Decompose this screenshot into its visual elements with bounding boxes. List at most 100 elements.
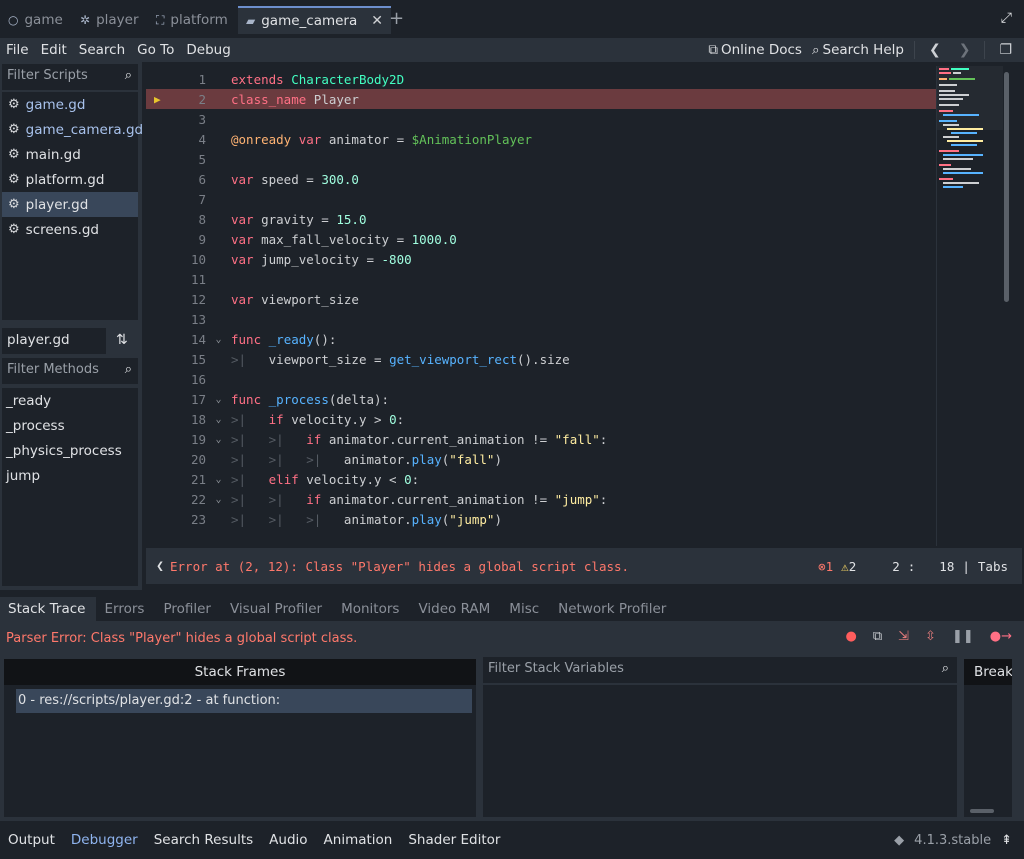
scene-tab-game-camera[interactable]: ▰ game_camera ✕ (238, 6, 391, 34)
code-editor[interactable]: 1 extends CharacterBody2D 2 class_name Play… (146, 66, 1022, 546)
menu-go-to[interactable]: Go To (131, 42, 180, 58)
code-line[interactable]: 12 var viewport_size (146, 289, 936, 309)
expand-panel-icon[interactable]: ⇞ (1001, 833, 1012, 848)
tab-monitors[interactable]: Monitors (333, 597, 410, 621)
line-number: 3 (198, 111, 206, 127)
code-line[interactable]: 2 class_name Player (146, 89, 936, 109)
tab-errors[interactable]: Errors (96, 597, 155, 621)
warning-count-button[interactable]: ⚠2 (841, 559, 856, 574)
code-line[interactable]: 5 (146, 149, 936, 169)
code-line[interactable]: 13 (146, 309, 936, 329)
step-over-icon[interactable]: ⇳ (925, 629, 936, 644)
fold-chevron-icon[interactable]: ⌄ (206, 494, 231, 505)
method-item[interactable]: _ready (2, 388, 138, 413)
horizontal-scrollbar[interactable] (970, 809, 994, 813)
menu-debug[interactable]: Debug (180, 42, 236, 58)
bottom-tab-search-results[interactable]: Search Results (146, 832, 261, 848)
menu-file[interactable]: File (0, 42, 35, 58)
make-floating-icon[interactable]: ❐ (995, 42, 1016, 58)
filter-scripts-input[interactable]: Filter Scripts ⌕ (2, 64, 138, 90)
script-item-platform[interactable]: ⚙ platform.gd (2, 167, 138, 192)
code-text: func _process(delta): (231, 391, 390, 407)
fold-chevron-icon[interactable]: ⌄ (206, 434, 231, 445)
script-item-player[interactable]: ⚙ player.gd (2, 192, 138, 217)
distraction-free-icon[interactable]: ⤢ (1001, 10, 1012, 26)
bottom-tab-debugger[interactable]: Debugger (63, 832, 146, 848)
chevron-left-icon[interactable]: ❮ (150, 559, 170, 574)
script-item-screens[interactable]: ⚙ screens.gd (2, 217, 138, 242)
code-line[interactable]: 20 >| >| >| animator.play("fall") (146, 449, 936, 469)
pause-icon[interactable]: ❚❚ (952, 629, 974, 644)
script-menu-bar: File Edit Search Go To Debug ⧉ Online Do… (0, 38, 1024, 62)
code-line[interactable]: 19 ⌄ >| >| if animator.current_animation !… (146, 429, 936, 449)
script-item-main[interactable]: ⚙ main.gd (2, 142, 138, 167)
code-line[interactable]: 21 ⌄ >| elif velocity.y < 0: (146, 469, 936, 489)
code-line[interactable]: 7 (146, 189, 936, 209)
code-line[interactable]: 8 var gravity = 15.0 (146, 209, 936, 229)
code-line[interactable]: 17 ⌄ func _process(delta): (146, 389, 936, 409)
code-line[interactable]: 16 (146, 369, 936, 389)
stack-frame-row[interactable]: 0 - res://scripts/player.gd:2 - at funct… (16, 689, 472, 713)
tab-video-ram[interactable]: Video RAM (410, 597, 501, 621)
bottom-tab-output[interactable]: Output (0, 832, 63, 848)
tab-visual-profiler[interactable]: Visual Profiler (222, 597, 333, 621)
menu-search[interactable]: Search (73, 42, 131, 58)
code-line[interactable]: 1 extends CharacterBody2D (146, 69, 936, 89)
gear-icon: ⚙ (8, 197, 20, 212)
error-message[interactable]: Error at (2, 12): Class "Player" hides a… (170, 559, 629, 574)
close-icon[interactable]: ✕ (371, 13, 383, 29)
minimap[interactable] (936, 66, 1003, 546)
filter-methods-input[interactable]: Filter Methods ⌕ (2, 358, 138, 384)
code-line[interactable]: 22 ⌄ >| >| if animator.current_animation !… (146, 489, 936, 509)
tab-stack-trace[interactable]: Stack Trace (0, 597, 97, 621)
search-icon: ⌕ (124, 68, 132, 83)
code-line[interactable]: 10 var jump_velocity = -800 (146, 249, 936, 269)
code-line[interactable]: 3 (146, 109, 936, 129)
scene-tab-label: player (96, 12, 139, 28)
add-tab-button[interactable]: + (389, 8, 404, 29)
bottom-tab-animation[interactable]: Animation (316, 832, 401, 848)
indent-mode[interactable]: Tabs (978, 559, 1008, 574)
history-back-icon[interactable]: ❮ (925, 42, 945, 58)
online-docs-button[interactable]: ⧉ Online Docs (708, 42, 802, 58)
editor-scrollbar[interactable] (1004, 72, 1009, 302)
tab-profiler[interactable]: Profiler (155, 597, 222, 621)
circle-icon: ○ (8, 13, 19, 27)
filter-stack-variables-input[interactable]: Filter Stack Variables ⌕ (483, 657, 957, 683)
current-script-label: player.gd (2, 328, 106, 354)
step-into-icon[interactable]: ⇲ (898, 629, 909, 644)
code-line[interactable]: 14 ⌄ func _ready(): (146, 329, 936, 349)
fold-chevron-icon[interactable]: ⌄ (206, 394, 231, 405)
fold-chevron-icon[interactable]: ⌄ (206, 334, 231, 345)
tab-network-profiler[interactable]: Network Profiler (550, 597, 677, 621)
history-forward-icon[interactable]: ❯ (955, 42, 975, 58)
script-item-game[interactable]: ⚙ game.gd (2, 92, 138, 117)
method-item[interactable]: jump (2, 463, 138, 488)
scene-tab-player[interactable]: ✲ player (72, 6, 147, 34)
scene-tab-platform[interactable]: ⛶ platform (148, 6, 236, 34)
search-help-button[interactable]: ⌕ Search Help (812, 42, 904, 58)
code-line[interactable]: 15 >| viewport_size = get_viewport_rect()… (146, 349, 936, 369)
code-line[interactable]: 23 >| >| >| animator.play("jump") (146, 509, 936, 529)
sort-icon[interactable]: ⇅ (116, 332, 128, 348)
code-line[interactable]: 18 ⌄ >| if velocity.y > 0: (146, 409, 936, 429)
code-line[interactable]: 11 (146, 269, 936, 289)
method-item[interactable]: _physics_process (2, 438, 138, 463)
fold-chevron-icon[interactable]: ⌄ (206, 474, 231, 485)
fold-chevron-icon[interactable]: ⌄ (206, 414, 231, 425)
continue-icon[interactable]: ●→ (990, 629, 1012, 644)
tab-misc[interactable]: Misc (501, 597, 550, 621)
bottom-tab-audio[interactable]: Audio (261, 832, 315, 848)
copy-icon[interactable]: ⧉ (873, 629, 882, 644)
code-line[interactable]: 9 var max_fall_velocity = 1000.0 (146, 229, 936, 249)
code-line[interactable]: 4 @onready var animator = $AnimationPlaye… (146, 129, 936, 149)
error-count-button[interactable]: ⊗1 (818, 559, 833, 574)
code-line[interactable]: 6 var speed = 300.0 (146, 169, 936, 189)
bottom-tab-shader-editor[interactable]: Shader Editor (400, 832, 508, 848)
scene-tab-game[interactable]: ○ game (0, 6, 71, 34)
script-item-game-camera[interactable]: ⚙ game_camera.gd (2, 117, 143, 142)
line-number: 18 (190, 411, 206, 427)
method-item[interactable]: _process (2, 413, 138, 438)
record-icon[interactable]: ● (846, 629, 857, 644)
menu-edit[interactable]: Edit (35, 42, 73, 58)
